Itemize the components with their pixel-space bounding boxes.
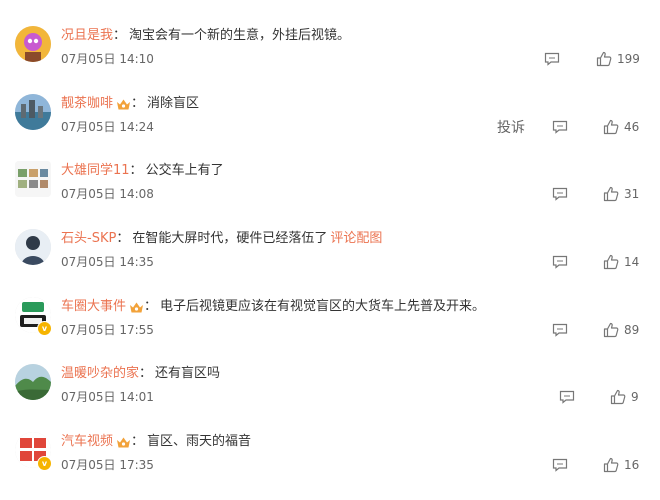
comment-header: 况且是我 ： 淘宝会有一个新的生意，外挂后视镜。	[61, 27, 350, 45]
thumbs-up-icon[interactable]	[603, 186, 619, 202]
like-count: 9	[631, 390, 639, 404]
thumbs-up-icon[interactable]	[596, 51, 612, 67]
colon-separator: ：	[116, 231, 130, 246]
comment-bubble-icon[interactable]	[552, 187, 568, 201]
comment-text: 消除盲区	[147, 96, 200, 111]
comment-bubble-icon[interactable]	[559, 390, 575, 404]
comment-text: 淘宝会有一个新的生意，外挂后视镜。	[129, 28, 351, 43]
username-link[interactable]: 车圈大事件	[61, 298, 126, 316]
vip-crown-icon	[116, 436, 131, 449]
comment-bubble-icon[interactable]	[552, 120, 568, 134]
username-link[interactable]: 况且是我	[61, 27, 113, 45]
comment-text: 在智能大屏时代，硬件已经落伍了	[132, 231, 328, 246]
colon-separator: ：	[144, 299, 158, 314]
comment-time: 07月05日 17:35	[61, 458, 154, 472]
comment-item: v 汽车视频 ： 盲区、雨天的福音 07月05日 17:35 16	[0, 432, 660, 500]
thumbs-up-icon[interactable]	[603, 254, 619, 270]
comment-time: 07月05日 14:10	[61, 52, 154, 66]
like-count: 16	[624, 458, 640, 472]
like-count: 199	[617, 52, 640, 66]
colon-separator: ：	[113, 28, 127, 43]
like-count: 46	[624, 120, 640, 134]
like-count: 31	[624, 187, 640, 201]
colon-separator: ：	[131, 96, 145, 111]
comment-header: 靓茶咖啡 ： 消除盲区	[61, 95, 199, 113]
comment-time: 07月05日 14:08	[61, 187, 154, 201]
thumbs-up-icon[interactable]	[603, 322, 619, 338]
comment-time: 07月05日 14:01	[61, 390, 154, 404]
avatar[interactable]	[15, 229, 51, 265]
comment-header: 温暖吵杂的家 ： 还有盲区吗	[61, 365, 220, 383]
vip-crown-icon	[129, 301, 144, 314]
comment-bubble-icon[interactable]	[552, 458, 568, 472]
comment-text: 公交车上有了	[145, 163, 224, 178]
comment-text: 盲区、雨天的福音	[147, 434, 252, 449]
avatar[interactable]	[15, 364, 51, 400]
comment-header: 汽车视频 ： 盲区、雨天的福音	[61, 433, 251, 451]
comment-item: 况且是我 ： 淘宝会有一个新的生意，外挂后视镜。 07月05日 14:10 19…	[0, 26, 660, 94]
colon-separator: ：	[131, 434, 145, 449]
comment-header: 石头-SKP ： 在智能大屏时代，硬件已经落伍了 评论配图	[61, 230, 382, 248]
username-link[interactable]: 温暖吵杂的家	[61, 365, 139, 383]
vip-crown-icon	[116, 98, 131, 111]
thumbs-up-icon[interactable]	[603, 457, 619, 473]
verified-v-icon: v	[37, 456, 52, 471]
comment-item: 大雄同学11 ： 公交车上有了 07月05日 14:08 31	[0, 161, 660, 229]
comment-header: 车圈大事件 ： 电子后视镜更应该在有视觉盲区的大货车上先普及开来。	[61, 298, 485, 316]
comment-text: 还有盲区吗	[155, 366, 221, 381]
comment-time: 07月05日 14:24	[61, 120, 154, 134]
colon-separator: ：	[129, 163, 143, 178]
username-link[interactable]: 靓茶咖啡	[61, 95, 113, 113]
comment-bubble-icon[interactable]	[544, 52, 560, 66]
comment-time: 07月05日 14:35	[61, 255, 154, 269]
username-link[interactable]: 大雄同学11	[61, 162, 130, 180]
comment-item: 石头-SKP ： 在智能大屏时代，硬件已经落伍了 评论配图 07月05日 14:…	[0, 229, 660, 297]
verified-v-icon: v	[37, 321, 52, 336]
avatar[interactable]	[15, 161, 51, 197]
avatar[interactable]	[15, 26, 51, 62]
username-link[interactable]: 石头-SKP	[61, 230, 116, 248]
report-button[interactable]: 投诉	[497, 119, 525, 137]
comment-bubble-icon[interactable]	[552, 323, 568, 337]
avatar[interactable]	[15, 94, 51, 130]
comment-item: 温暖吵杂的家 ： 还有盲区吗 07月05日 14:01 9	[0, 364, 660, 432]
thumbs-up-icon[interactable]	[610, 389, 626, 405]
comment-item: v 车圈大事件 ： 电子后视镜更应该在有视觉盲区的大货车上先普及开来。 07月0…	[0, 297, 660, 365]
comment-item: 靓茶咖啡 ： 消除盲区 07月05日 14:24 投诉 46	[0, 94, 660, 162]
image-link[interactable]: 评论配图	[330, 230, 382, 248]
colon-separator: ：	[139, 366, 153, 381]
comment-bubble-icon[interactable]	[552, 255, 568, 269]
like-count: 14	[624, 255, 640, 269]
comment-text: 电子后视镜更应该在有视觉盲区的大货车上先普及开来。	[160, 299, 486, 314]
comment-time: 07月05日 17:55	[61, 323, 154, 337]
like-count: 89	[624, 323, 640, 337]
thumbs-up-icon[interactable]	[603, 119, 619, 135]
username-link[interactable]: 汽车视频	[61, 433, 113, 451]
comment-header: 大雄同学11 ： 公交车上有了	[61, 162, 224, 180]
